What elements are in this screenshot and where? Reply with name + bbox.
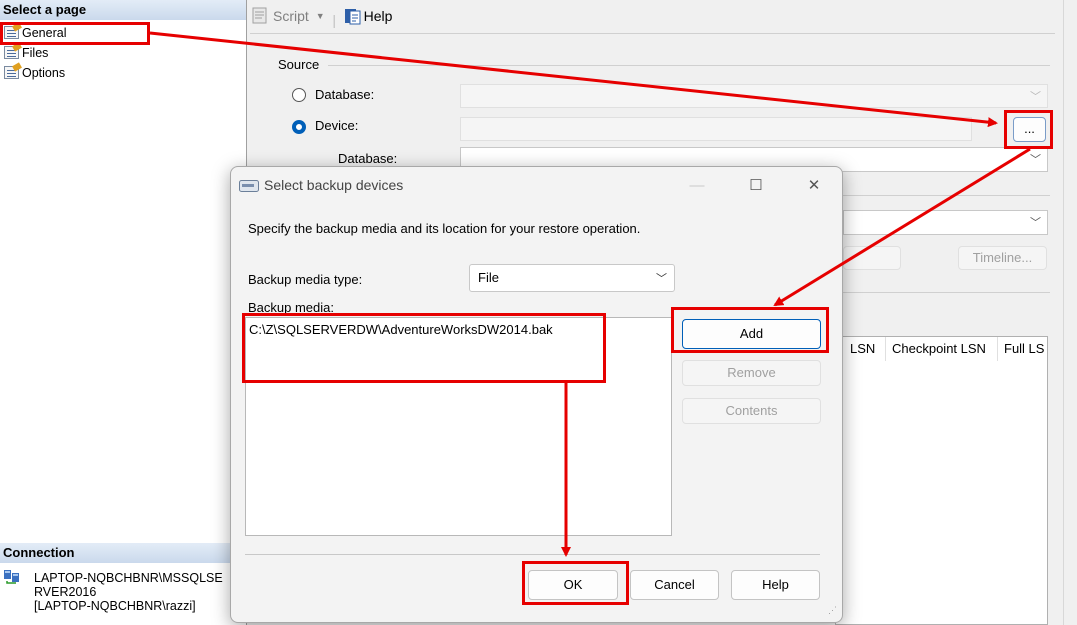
arrow-general-to-browse <box>149 31 998 128</box>
annotation-arrows <box>149 31 1031 557</box>
arrow-browse-to-add <box>773 147 1031 307</box>
